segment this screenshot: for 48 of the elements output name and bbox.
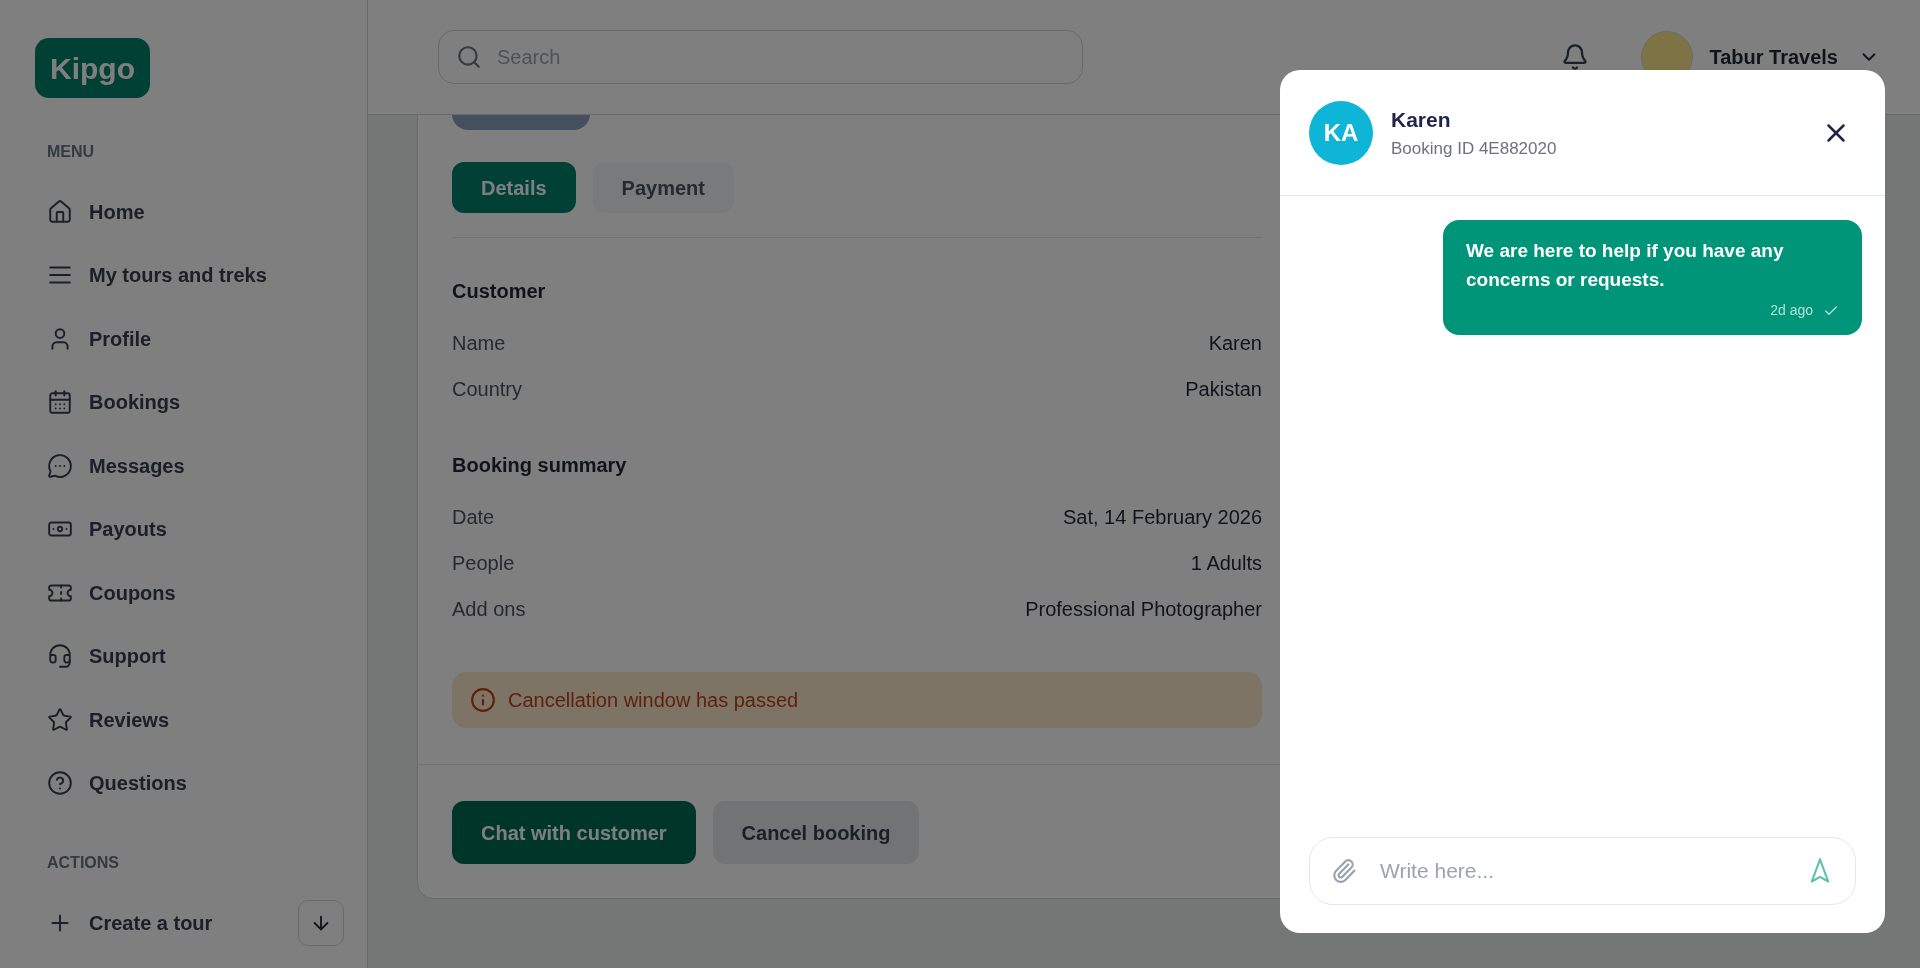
field-label: Add ons (452, 597, 526, 622)
field-value: Professional Photographer (1025, 597, 1262, 622)
paperclip-icon[interactable] (1331, 858, 1357, 884)
star-icon (47, 706, 73, 733)
scroll-down-button[interactable] (298, 900, 344, 946)
nav-item[interactable]: Questions (35, 751, 332, 815)
section-heading: Customer (452, 279, 547, 304)
contact-name: Karen (1391, 107, 1452, 133)
headset-icon (47, 643, 73, 670)
bell-icon[interactable] (1561, 43, 1590, 71)
tab[interactable]: Details (452, 162, 576, 213)
section-title: MENU (47, 142, 96, 162)
field-label: Date (452, 505, 495, 530)
calendar-icon (47, 389, 73, 416)
logo[interactable]: Kipgo (35, 38, 150, 98)
warning-text: Cancellation window has passed (508, 688, 799, 713)
field-label: Country (452, 377, 523, 402)
chat-button[interactable]: Chat with customer (452, 801, 696, 864)
avatar-initials: KA (1309, 100, 1373, 165)
nav-item[interactable]: Support (35, 624, 332, 688)
chat-icon (47, 452, 73, 479)
section-heading: Booking summary (452, 453, 628, 478)
field-value: Sat, 14 February 2026 (1063, 505, 1262, 530)
nav-item[interactable]: My tours and treks (35, 243, 332, 307)
message-time: 2d ago (1770, 301, 1813, 320)
help-icon (47, 770, 73, 797)
info-icon (470, 687, 496, 713)
account-name[interactable]: Tabur Travels (1709, 42, 1838, 72)
field-value: Karen (1208, 331, 1262, 356)
message-field[interactable]: Write here... (1309, 837, 1856, 905)
cancel-button[interactable]: Cancel booking (712, 801, 920, 864)
message-text: We are here to help if you have any concerns or requests. (1466, 239, 1785, 292)
field-label: Name (452, 331, 506, 356)
field-value: Pakistan (1185, 377, 1262, 402)
nav-item[interactable]: Bookings (35, 370, 332, 434)
nav-item[interactable]: Messages (35, 434, 332, 498)
section-title: ACTIONS (47, 853, 120, 873)
home-icon (47, 198, 73, 225)
booking-id: Booking ID 4E882020 (1391, 137, 1558, 160)
field-label: People (452, 551, 515, 576)
nav-item[interactable]: Home (35, 180, 332, 244)
field-value: 1 Adults (1190, 551, 1262, 576)
search-icon (456, 44, 482, 70)
nav-item[interactable]: Payouts (35, 497, 332, 561)
nav-item[interactable]: Coupons (35, 561, 332, 625)
nav-item[interactable]: Reviews (35, 688, 332, 752)
nav-item[interactable]: Profile (35, 307, 332, 371)
tab[interactable]: Payment (592, 162, 734, 213)
